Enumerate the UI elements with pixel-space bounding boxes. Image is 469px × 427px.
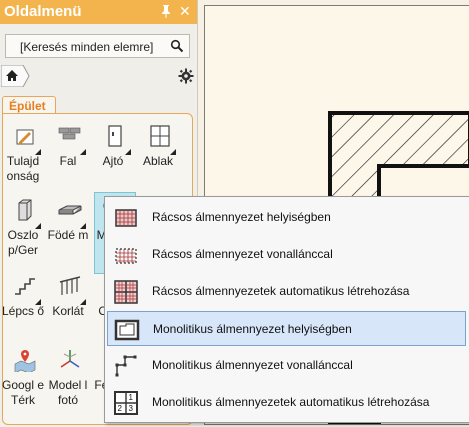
- tab-label: Épület: [9, 99, 46, 113]
- door-icon: [103, 124, 127, 148]
- column-icon: [13, 198, 37, 222]
- slab-icon: [58, 198, 82, 222]
- menu-item-monolithic-ceiling-room[interactable]: Monolitikus álmennyezet helyiségben: [107, 311, 466, 346]
- window-icon: [148, 124, 172, 148]
- tool-label: Korlát: [52, 304, 84, 318]
- menu-item-monolithic-ceiling-auto[interactable]: 123 Monolitikus álmennyezetek automatiku…: [107, 385, 466, 420]
- search-input[interactable]: [Keresés minden elemre]: [5, 34, 190, 58]
- tool-label: Tulajd onság: [6, 154, 40, 183]
- tool-label: Oszlo p/Ger: [7, 228, 39, 257]
- property-icon: [13, 124, 37, 148]
- panel-titlebar: Oldalmenü ✕: [0, 0, 197, 24]
- submenu-indicator: [125, 149, 131, 155]
- search-icon[interactable]: [170, 39, 184, 53]
- submenu-indicator: [80, 223, 86, 229]
- menu-item-grid-ceiling-room[interactable]: Rácsos álmennyezet helyiségben: [107, 200, 466, 235]
- menu-item-monolithic-ceiling-polyline[interactable]: Monolitikus álmennyezet vonallánccal: [107, 348, 466, 383]
- menu-item-label: Monolitikus álmennyezetek automatikus lé…: [152, 395, 430, 409]
- tool-label: Födé m: [47, 228, 89, 242]
- submenu-indicator: [35, 223, 41, 229]
- tool-label: Ajtó: [102, 154, 124, 168]
- grid-ceiling-room-icon: [113, 205, 139, 231]
- monolithic-ceiling-auto-icon: 123: [113, 390, 139, 416]
- tab-epulet[interactable]: Épület: [2, 96, 56, 114]
- monolithic-ceiling-polyline-icon: [113, 353, 139, 379]
- menu-item-label: Monolitikus álmennyezet vonallánccal: [152, 358, 353, 372]
- monolithic-ceiling-room-icon: [114, 317, 140, 343]
- submenu-indicator: [35, 149, 41, 155]
- submenu-indicator: [35, 299, 41, 305]
- submenu-indicator: [80, 149, 86, 155]
- submenu-indicator: [80, 299, 86, 305]
- ceiling-submenu: Rácsos álmennyezet helyiségben Rácsos ál…: [104, 196, 469, 423]
- tool-label: Googl e Térk: [1, 378, 45, 407]
- tool-label: Lépcs ő: [1, 304, 45, 318]
- svg-text:1: 1: [129, 393, 134, 402]
- tool-label: Model l fotó: [48, 378, 88, 407]
- search-placeholder: [Keresés minden elemre]: [20, 40, 154, 54]
- menu-item-grid-ceiling-polyline[interactable]: Rácsos álmennyezet vonallánccal: [107, 237, 466, 272]
- panel-title: Oldalmenü: [4, 3, 82, 20]
- wall-icon: [58, 124, 82, 148]
- grid-ceiling-polyline-icon: [113, 242, 139, 268]
- menu-item-label: Rácsos álmennyezet helyiségben: [152, 210, 331, 224]
- menu-item-label: Rácsos álmennyezetek automatikus létreho…: [152, 284, 410, 298]
- google-map-icon: [13, 348, 37, 374]
- svg-text:2: 2: [118, 404, 123, 413]
- breadcrumb: [0, 64, 197, 88]
- menu-item-label: Monolitikus álmennyezet helyiségben: [153, 322, 352, 336]
- tool-label: Fal: [59, 154, 77, 168]
- gear-icon[interactable]: [178, 68, 194, 84]
- close-icon[interactable]: ✕: [179, 3, 191, 19]
- home-icon[interactable]: [0, 64, 30, 88]
- menu-item-label: Rácsos álmennyezet vonallánccal: [152, 247, 333, 261]
- model-photo-icon: [58, 348, 82, 372]
- submenu-indicator: [170, 149, 176, 155]
- menu-item-grid-ceiling-auto[interactable]: Rácsos álmennyezetek automatikus létreho…: [107, 274, 466, 309]
- grid-ceiling-auto-icon: [113, 279, 139, 305]
- svg-text:3: 3: [129, 404, 134, 413]
- tool-label: Ablak: [142, 154, 174, 168]
- railing-icon: [58, 274, 82, 298]
- stairs-icon: [13, 274, 37, 298]
- pin-icon[interactable]: [160, 4, 172, 18]
